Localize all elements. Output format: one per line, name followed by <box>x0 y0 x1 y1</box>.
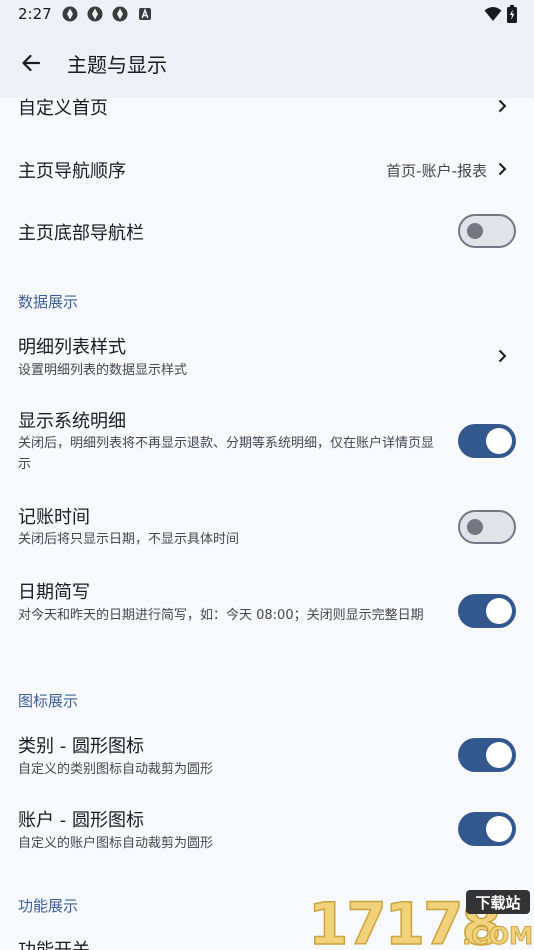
row-title: 类别 - 圆形图标 <box>18 736 144 757</box>
row-subtitle: 对今天和昨天的日期进行简写，如：今天 08:00；关闭则显示完整日期 <box>18 608 424 623</box>
row-title: 自定义首页 <box>18 98 108 119</box>
row-title: 主页导航顺序 <box>18 161 126 182</box>
app-bar: 主题与显示 <box>0 28 534 98</box>
switch-knob <box>486 428 512 454</box>
row-title: 日期简写 <box>18 582 90 603</box>
list-style-row[interactable]: 明细列表样式 设置明细列表的数据显示样式 <box>0 324 534 386</box>
row-title: 功能开关 <box>18 936 90 950</box>
category-round-icon-switch[interactable] <box>458 738 516 772</box>
row-title: 明细列表样式 <box>18 337 126 358</box>
watermark-logo: 17178 下载站 .COM <box>306 888 533 950</box>
a-letter-icon <box>138 7 151 20</box>
system-detail-switch[interactable] <box>458 424 516 458</box>
notification-app-icon <box>87 6 103 22</box>
battery-icon <box>507 5 517 23</box>
switch-knob <box>467 519 483 535</box>
row-subtitle: 自定义的账户图标自动裁剪为圆形 <box>18 836 214 851</box>
section-header-data: 数据展示 <box>18 293 79 311</box>
row-subtitle: 设置明细列表的数据显示样式 <box>18 363 188 378</box>
notification-app-icon <box>62 6 78 22</box>
category-round-icon-row[interactable]: 类别 - 圆形图标 自定义的类别图标自动裁剪为圆形 <box>0 722 534 786</box>
row-title: 账户 - 圆形图标 <box>18 810 144 831</box>
wifi-icon <box>484 7 502 21</box>
account-round-icon-switch[interactable] <box>458 812 516 846</box>
system-detail-row[interactable]: 显示系统明细 关闭后，明细列表将不再显示退款、分期等系统明细，仅在账户详情页显示 <box>0 398 534 482</box>
watermark-domain: .COM <box>462 922 532 950</box>
status-bar: 2:27 <box>0 0 534 28</box>
row-subtitle: 关闭后将只显示日期，不显示具体时间 <box>18 532 240 547</box>
switch-knob <box>486 598 512 624</box>
watermark-tag: 下载站 <box>475 894 520 912</box>
bottom-nav-row[interactable]: 主页底部导航栏 <box>0 200 534 262</box>
switch-knob <box>486 742 512 768</box>
switch-knob <box>467 223 483 239</box>
record-time-switch[interactable] <box>458 510 516 544</box>
account-round-icon-row[interactable]: 账户 - 圆形图标 自定义的账户图标自动裁剪为圆形 <box>0 796 534 860</box>
nav-order-value: 首页-账户-报表 <box>386 162 487 180</box>
section-header-icon: 图标展示 <box>18 692 79 710</box>
row-subtitle: 关闭后，明细列表将不再显示退款、分期等系统明细，仅在账户详情页显示 <box>18 436 435 472</box>
chevron-right-icon <box>498 349 507 363</box>
nav-order-row[interactable]: 主页导航顺序 首页-账户-报表 <box>0 138 534 200</box>
row-subtitle: 自定义的类别图标自动裁剪为圆形 <box>18 762 214 777</box>
date-short-row[interactable]: 日期简写 对今天和昨天的日期进行简写，如：今天 08:00；关闭则显示完整日期 <box>0 568 534 652</box>
row-title: 记账时间 <box>18 507 90 528</box>
chevron-right-icon <box>498 99 507 113</box>
status-time: 2:27 <box>18 5 52 23</box>
custom-home-row[interactable]: 自定义首页 <box>0 98 534 126</box>
row-title: 显示系统明细 <box>18 411 126 432</box>
switch-knob <box>486 816 512 842</box>
bottom-nav-switch[interactable] <box>458 214 516 248</box>
chevron-right-icon <box>498 162 507 176</box>
notification-app-icon <box>112 6 128 22</box>
section-header-feature: 功能展示 <box>18 897 79 915</box>
page-title: 主题与显示 <box>67 53 167 77</box>
settings-list[interactable]: 自定义首页 主页导航顺序 首页-账户-报表 主页底部导航栏 数据展示 明细列表样… <box>0 98 534 950</box>
row-title: 主页底部导航栏 <box>18 223 144 244</box>
date-short-switch[interactable] <box>458 594 516 628</box>
record-time-row[interactable]: 记账时间 关闭后将只显示日期，不显示具体时间 <box>0 494 534 556</box>
back-arrow-icon[interactable] <box>19 51 43 75</box>
